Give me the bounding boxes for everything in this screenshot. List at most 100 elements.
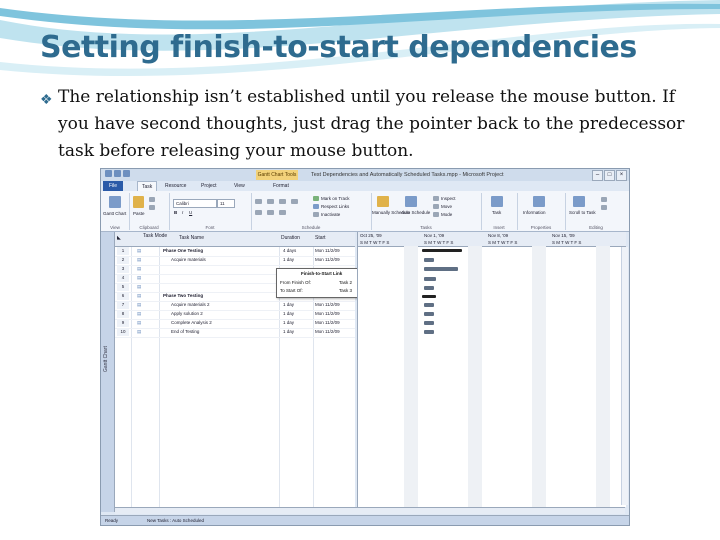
mode-label[interactable]: Mode [441, 212, 452, 217]
italic-icon[interactable]: I [182, 210, 183, 215]
mark-on-track-icon[interactable] [313, 196, 319, 201]
tab-resource[interactable]: Resource [165, 181, 186, 191]
auto-schedule-label[interactable]: Auto Schedule [401, 210, 430, 215]
column-header-task-name[interactable]: Task Name [179, 235, 204, 241]
task-mode-icon[interactable]: ▤ [137, 311, 141, 317]
task-name-cell[interactable]: Acquire materials [171, 257, 206, 262]
close-icon[interactable]: × [616, 170, 627, 181]
scroll-to-task-icon[interactable] [573, 196, 585, 207]
gantt-summary-bar[interactable] [422, 249, 462, 252]
percent-complete-icon[interactable] [255, 210, 262, 215]
tab-project[interactable]: Project [201, 181, 217, 191]
task-name-cell[interactable]: Complete Analysis 2 [171, 320, 212, 325]
task-name-cell[interactable]: Phase Two Testing [163, 293, 203, 298]
move-icon[interactable] [433, 204, 439, 209]
percent-complete-icon[interactable] [267, 210, 274, 215]
tab-view[interactable]: View [234, 181, 245, 191]
column-header-start[interactable]: Start [315, 235, 326, 241]
group-label-insert: Insert [493, 225, 505, 230]
tab-file[interactable]: File [103, 181, 123, 191]
task-name-cell[interactable]: End of Testing [171, 329, 199, 334]
select-all-icon[interactable]: ◣ [117, 235, 121, 241]
underline-icon[interactable]: U [189, 210, 192, 215]
task-mode-icon[interactable]: ▤ [137, 275, 141, 281]
task-label[interactable]: Task [492, 210, 501, 215]
gantt-task-bar[interactable] [424, 286, 434, 290]
percent-complete-icon[interactable] [279, 210, 286, 215]
task-mode-icon[interactable]: ▤ [137, 284, 141, 290]
inactivate-label[interactable]: Inactivate [321, 212, 340, 217]
task-name-cell[interactable]: Acquire materials 2 [171, 302, 210, 307]
task-mode-icon[interactable]: ▤ [137, 329, 141, 335]
task-mode-icon[interactable]: ▤ [137, 302, 141, 308]
information-label[interactable]: Information [523, 210, 546, 215]
undo-icon[interactable] [114, 170, 121, 177]
save-icon[interactable] [105, 170, 112, 177]
gantt-task-bar[interactable] [424, 267, 458, 271]
link-icon[interactable] [279, 199, 286, 204]
task-name-cell[interactable]: Apply solution 2 [171, 311, 203, 316]
start-cell[interactable]: Mon 11/2/09 [315, 257, 340, 262]
mark-on-track-label[interactable]: Mark on Track [321, 196, 350, 201]
duration-cell[interactable]: 1 day [283, 329, 294, 334]
start-cell[interactable]: Mon 11/2/09 [315, 302, 340, 307]
find-icon[interactable] [601, 197, 607, 202]
inspect-label[interactable]: Inspect [441, 196, 456, 201]
gantt-task-bar[interactable] [424, 277, 436, 281]
table-row[interactable]: 10 ▤ End of Testing 1 day Mon 11/2/09 [115, 328, 355, 338]
column-header-task-mode[interactable]: Task Mode [143, 233, 167, 239]
duration-cell[interactable]: 1 day [283, 311, 294, 316]
manually-schedule-icon[interactable] [377, 196, 389, 207]
task-mode-icon[interactable]: ▤ [137, 293, 141, 299]
task-mode-icon[interactable]: ▤ [137, 320, 141, 326]
bold-icon[interactable]: B [174, 210, 177, 215]
task-mode-icon[interactable]: ▤ [137, 257, 141, 263]
mode-icon[interactable] [433, 212, 439, 217]
gantt-task-bar[interactable] [424, 303, 434, 307]
status-new-tasks[interactable]: New Tasks : Auto Scheduled [147, 518, 204, 523]
inactivate-icon[interactable] [313, 212, 319, 217]
vertical-scrollbar[interactable] [621, 247, 628, 505]
insert-task-icon[interactable] [491, 196, 503, 207]
gantt-task-bar[interactable] [424, 321, 434, 325]
information-icon[interactable] [533, 196, 545, 207]
task-name-cell[interactable]: Phase One Testing [163, 248, 203, 253]
clear-icon[interactable] [601, 205, 607, 210]
task-mode-icon[interactable]: ▤ [137, 248, 141, 254]
cut-icon[interactable] [149, 197, 155, 202]
font-size-select[interactable]: 11 [217, 199, 235, 208]
gantt-task-bar[interactable] [424, 330, 434, 334]
start-cell[interactable]: Mon 11/2/09 [315, 320, 340, 325]
duration-cell[interactable]: 1 day [283, 257, 294, 262]
maximize-icon[interactable]: □ [604, 170, 615, 181]
gantt-task-bar[interactable] [424, 312, 434, 316]
tab-format[interactable]: Format [273, 181, 289, 191]
scroll-to-task-label[interactable]: Scroll to Task [569, 210, 596, 215]
duration-cell[interactable]: 1 day [283, 320, 294, 325]
gantt-task-bar[interactable] [424, 258, 434, 262]
start-cell[interactable]: Mon 11/2/09 [315, 329, 340, 334]
copy-icon[interactable] [149, 205, 155, 210]
gantt-summary-bar[interactable] [422, 295, 436, 298]
start-cell[interactable]: Mon 11/2/09 [315, 311, 340, 316]
duration-cell[interactable]: 1 day [283, 302, 294, 307]
ribbon-group-properties: Information Properties [517, 193, 566, 230]
font-name-select[interactable]: Calibri [173, 199, 217, 208]
inspect-icon[interactable] [433, 196, 439, 201]
indent-icon[interactable] [255, 199, 262, 204]
column-header-duration[interactable]: Duration [281, 235, 300, 241]
duration-cell[interactable]: 4 days [283, 248, 296, 253]
unlink-icon[interactable] [291, 199, 298, 204]
task-mode-icon[interactable]: ▤ [137, 266, 141, 272]
start-cell[interactable]: Mon 11/2/09 [315, 248, 340, 253]
respect-links-icon[interactable] [313, 204, 319, 209]
auto-schedule-icon[interactable] [405, 196, 417, 207]
gantt-chart-icon[interactable] [109, 196, 121, 208]
move-label[interactable]: Move [441, 204, 452, 209]
paste-icon[interactable] [133, 196, 144, 208]
outdent-icon[interactable] [267, 199, 274, 204]
minimize-icon[interactable]: – [592, 170, 603, 181]
redo-icon[interactable] [123, 170, 130, 177]
respect-links-label[interactable]: Respect Links [321, 204, 349, 209]
horizontal-scrollbar[interactable] [115, 507, 625, 514]
